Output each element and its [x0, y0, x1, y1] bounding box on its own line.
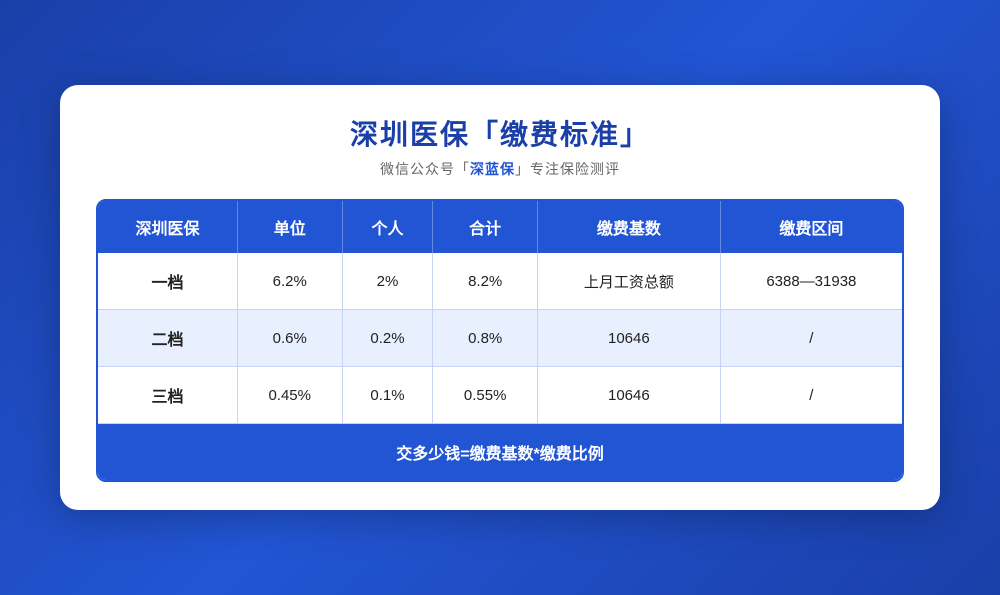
row3-tier: 三档	[98, 367, 238, 424]
subtitle-suffix: 」专注保险测评	[515, 161, 620, 177]
page-subtitle: 微信公众号「深蓝保」专注保险测评	[96, 159, 904, 179]
row3-unit: 0.45%	[238, 367, 343, 424]
col-header-unit: 单位	[238, 201, 343, 253]
col-header-total: 合计	[433, 201, 538, 253]
table-row: 二档 0.6% 0.2% 0.8% 10646 /	[98, 310, 902, 367]
col-header-personal: 个人	[343, 201, 434, 253]
table-row: 三档 0.45% 0.1% 0.55% 10646 /	[98, 367, 902, 424]
main-card: 深圳医保「缴费标准」 微信公众号「深蓝保」专注保险测评 深圳医保 单位 个人 合…	[60, 85, 940, 510]
subtitle-prefix: 微信公众号「	[380, 161, 470, 177]
table-footer-text: 交多少钱=缴费基数*缴费比例	[98, 424, 902, 480]
page-title: 深圳医保「缴费标准」	[96, 113, 904, 153]
row1-tier: 一档	[98, 253, 238, 310]
col-header-tier: 深圳医保	[98, 201, 238, 253]
row1-base: 上月工资总额	[538, 253, 721, 310]
table-header-row: 深圳医保 单位 个人 合计 缴费基数 缴费区间	[98, 201, 902, 253]
row2-unit: 0.6%	[238, 310, 343, 367]
row2-tier: 二档	[98, 310, 238, 367]
col-header-range: 缴费区间	[721, 201, 902, 253]
row2-range: /	[721, 310, 902, 367]
data-table: 深圳医保 单位 个人 合计 缴费基数 缴费区间 一档 6.2% 2% 8.2% …	[96, 199, 904, 482]
subtitle-brand: 深蓝保	[470, 161, 515, 177]
row3-range: /	[721, 367, 902, 424]
row3-base: 10646	[538, 367, 721, 424]
row1-personal: 2%	[343, 253, 434, 310]
table-wrapper: 深圳医保 单位 个人 合计 缴费基数 缴费区间 一档 6.2% 2% 8.2% …	[96, 199, 904, 482]
row1-unit: 6.2%	[238, 253, 343, 310]
row1-total: 8.2%	[433, 253, 538, 310]
row1-range: 6388—31938	[721, 253, 902, 310]
col-header-base: 缴费基数	[538, 201, 721, 253]
row3-total: 0.55%	[433, 367, 538, 424]
row3-personal: 0.1%	[343, 367, 434, 424]
card-header: 深圳医保「缴费标准」 微信公众号「深蓝保」专注保险测评	[96, 113, 904, 179]
table-row: 一档 6.2% 2% 8.2% 上月工资总额 6388—31938	[98, 253, 902, 310]
table-footer-row: 交多少钱=缴费基数*缴费比例	[98, 424, 902, 480]
row2-total: 0.8%	[433, 310, 538, 367]
row2-base: 10646	[538, 310, 721, 367]
row2-personal: 0.2%	[343, 310, 434, 367]
